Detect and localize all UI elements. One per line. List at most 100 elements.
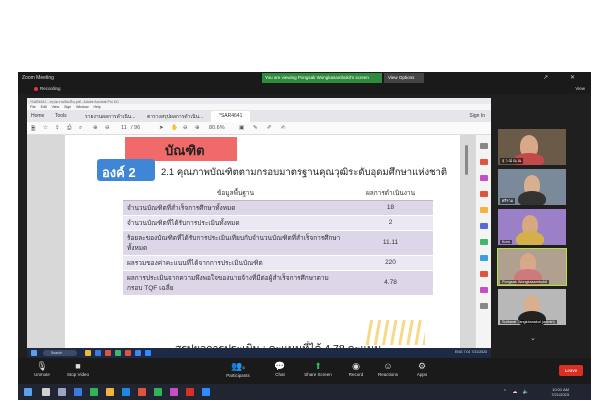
prev-page-icon[interactable]: ⊕ <box>93 125 98 131</box>
participant-tile[interactable]: Sutharat Tanglutanakul (admin) <box>498 289 566 325</box>
unmute-button[interactable]: 🎙 Unmute <box>22 361 62 377</box>
participant-tile-active-speaker[interactable]: Pongsak Wongkasambukit <box>497 248 567 286</box>
participants-button[interactable]: 👥6 Participants <box>218 361 258 378</box>
share-banner: You are viewing Pongsak Wongkasambukit's… <box>262 73 382 83</box>
comment-icon[interactable]: ✎ <box>253 125 258 131</box>
app-icon[interactable] <box>170 388 178 396</box>
row-value: 2 <box>348 215 433 231</box>
create-pdf-icon[interactable] <box>480 191 488 197</box>
row-value: 11.11 <box>348 230 433 256</box>
zoom-out-icon[interactable]: ⊖ <box>183 125 188 131</box>
protect-icon[interactable] <box>480 271 488 277</box>
bookmark-icon[interactable]: ☆ <box>43 125 48 131</box>
row-value: 220 <box>348 255 433 271</box>
system-tray-icons[interactable]: ⌃ ☁ 🔈 <box>503 389 531 395</box>
hand-icon[interactable]: ✋ <box>171 125 178 131</box>
print-icon[interactable]: ⎙ <box>67 125 71 132</box>
search-icon[interactable] <box>42 388 50 396</box>
chapter-tag: องค์ 2 <box>97 159 155 181</box>
search-icon[interactable]: ⌕ <box>79 125 82 132</box>
unmute-label: Unmute <box>34 372 50 377</box>
sign-icon[interactable]: ✍ <box>281 125 286 131</box>
organize-icon[interactable] <box>480 239 488 245</box>
share-screen-icon: ⬆ <box>314 361 322 371</box>
page-number[interactable]: 11 <box>121 125 127 131</box>
microphone-muted-icon: 🎙 <box>36 361 48 371</box>
taskbar-clock[interactable]: 10:01 AM 7/21/2023 <box>551 387 569 397</box>
windows-start-icon[interactable] <box>24 388 32 396</box>
participant-tile[interactable]: สุ ว ณ์ ณ ณ <box>498 129 566 165</box>
chat-button[interactable]: 💬 Chat <box>260 361 300 377</box>
powerpoint-icon[interactable] <box>105 350 111 356</box>
chat-label: Chat <box>275 372 285 377</box>
participant-name: Sutharat Tanglutanakul (admin) <box>500 320 557 324</box>
widgets-icon[interactable] <box>74 388 82 396</box>
participant-tile[interactable]: Korn <box>498 209 566 245</box>
recording-indicator[interactable]: Recording <box>34 86 61 91</box>
col-header-result: ผลการดำเนินงาน <box>348 187 433 201</box>
participant-name: สุ ว ณ์ ณ ณ <box>500 158 524 164</box>
scan-icon[interactable] <box>480 255 488 261</box>
tab-tools[interactable]: Tools <box>55 113 67 119</box>
share-screen-button[interactable]: ⬆ Share Screen <box>298 361 338 377</box>
line-icon[interactable] <box>154 388 162 396</box>
windows-icon[interactable] <box>31 350 37 356</box>
acrobat-icon[interactable] <box>186 388 194 396</box>
pdf-scrollbar[interactable] <box>465 145 468 175</box>
chevron-down-icon[interactable]: ⌄ <box>530 334 536 342</box>
leave-button[interactable]: Leave <box>559 365 583 376</box>
tray-date: 7/21/2023 <box>471 350 487 354</box>
more-tools-icon[interactable] <box>480 303 488 309</box>
tab-home[interactable]: Home <box>31 113 44 119</box>
combine-icon[interactable] <box>480 223 488 229</box>
zoom-in-icon[interactable]: ⊕ <box>195 125 200 131</box>
highlight-icon[interactable]: ✐ <box>267 125 272 131</box>
page-total: / 96 <box>131 125 141 131</box>
store-icon[interactable] <box>122 388 130 396</box>
tab-document-2[interactable]: ตารางสรุปผลการดำเนิน... <box>147 113 203 121</box>
export-pdf-icon[interactable] <box>480 159 488 165</box>
zoom-subbar: Recording View <box>18 84 591 94</box>
word-icon[interactable] <box>95 350 101 356</box>
folder-icon[interactable] <box>85 350 91 356</box>
acrobat-icon[interactable] <box>125 350 131 356</box>
sign-in-link[interactable]: Sign In <box>469 113 485 119</box>
table-row: ร้อยละของบัณฑิตที่ได้รับการประเมินเทียบก… <box>123 230 433 256</box>
participants-count: 6 <box>242 365 245 370</box>
zoom-app-icon[interactable] <box>145 350 151 356</box>
file-explorer-icon[interactable] <box>106 388 114 396</box>
cursor-icon[interactable]: ➤ <box>159 125 164 131</box>
chrome-icon[interactable] <box>138 388 146 396</box>
upload-icon[interactable]: ⇪ <box>55 125 60 131</box>
zoom-titlebar: Zoom Meeting You are viewing Pongsak Won… <box>18 72 591 84</box>
view-button[interactable]: View <box>575 86 585 91</box>
participants-icon: 👥6 <box>231 361 245 371</box>
results-table: ข้อมูลพื้นฐาน ผลการดำเนินงาน จำนวนบัณฑิต… <box>123 187 433 296</box>
slide-header-box: บัณฑิต <box>125 137 237 161</box>
save-icon[interactable]: 🗎 <box>31 125 35 134</box>
participant-tile[interactable]: ศรีราม <box>498 169 566 205</box>
zoom-tool-icon[interactable] <box>480 143 488 149</box>
table-row: ผลการประเมินจากความพึงพอใจของนายจ้างที่ม… <box>123 270 433 296</box>
tab-document-1[interactable]: รายงานผลการดำเนิน... <box>85 113 135 121</box>
edit-pdf-icon[interactable] <box>480 175 488 181</box>
taskbar-search[interactable]: Search <box>43 350 77 356</box>
window-controls[interactable]: ↗ ✕ <box>543 74 585 81</box>
apps-button[interactable]: ⚙ Apps <box>402 361 442 377</box>
chrome-icon[interactable] <box>135 350 141 356</box>
edge-icon[interactable] <box>90 388 98 396</box>
task-view-icon[interactable] <box>58 388 66 396</box>
comment-tool-icon[interactable] <box>480 207 488 213</box>
next-page-icon[interactable]: ⊖ <box>105 125 110 131</box>
stop-video-button[interactable]: ■ Stop Video <box>58 361 98 377</box>
pdf-toolbar: 🗎 ☆ ⇪ ⎙ ⌕ ⊕ ⊖ 11 / 96 ➤ ✋ ⊖ ⊕ 80.6% ▣ ✎ … <box>27 122 491 135</box>
fill-sign-icon[interactable] <box>480 287 488 293</box>
fit-icon[interactable]: ▣ <box>239 125 244 131</box>
pdf-tools-rail <box>475 135 491 358</box>
apps-label: Apps <box>416 372 428 377</box>
view-options-button[interactable]: View Options <box>384 73 424 83</box>
excel-icon[interactable] <box>115 350 121 356</box>
zoom-level[interactable]: 80.6% <box>209 125 225 131</box>
tab-document-active[interactable]: *SAR4641 <box>211 111 251 122</box>
zoom-icon[interactable] <box>202 388 210 396</box>
